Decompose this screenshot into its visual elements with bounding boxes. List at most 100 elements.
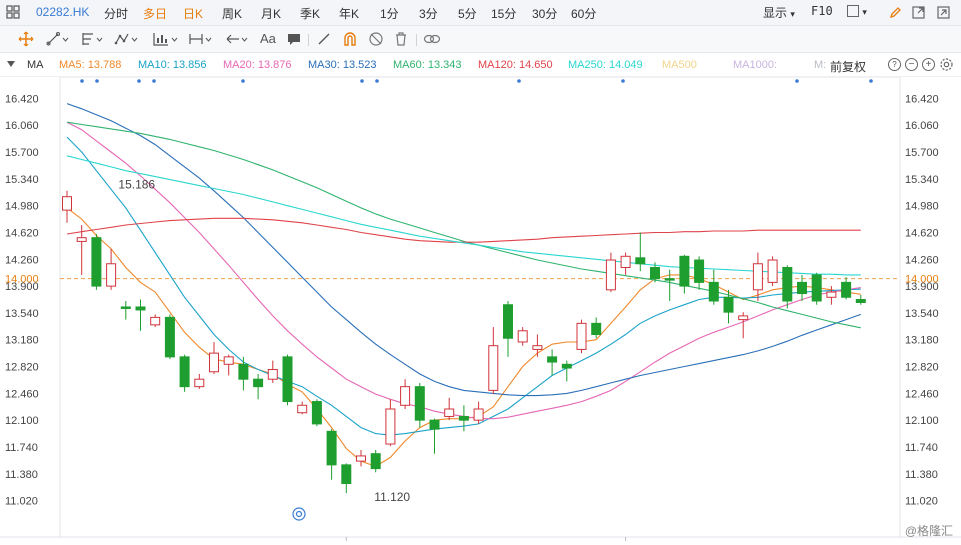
arrow-left-icon[interactable] [224,31,250,47]
candle-body [326,430,337,466]
y-tick-label-right: 11.380 [905,469,938,481]
stock-grid-icon[interactable] [6,5,20,19]
comment-icon[interactable] [286,31,302,47]
ma-legend-item-7[interactable]: MA500 [662,59,697,71]
period-tab-10[interactable]: 15分 [491,5,516,22]
period-tab-8[interactable]: 3分 [419,5,438,22]
ma-legend-item-8[interactable]: MA1000: [733,59,777,71]
ma-legend-item-3[interactable]: MA30: 13.523 [308,59,377,71]
fib-icon[interactable] [80,31,104,47]
candle-body [650,266,660,280]
ma-legend-item-2[interactable]: MA20: 13.876 [223,59,292,71]
gear-icon[interactable] [939,57,954,72]
candle-body [91,237,102,287]
period-tab-2[interactable]: 日K [183,5,203,22]
y-tick-label-right: 16.060 [905,120,939,132]
line-icon[interactable] [46,31,70,47]
y-tick-label-left: 13.180 [5,335,39,347]
y-tick-label-right: 12.100 [905,415,939,427]
candle-body [400,386,411,406]
candle-body [708,281,719,302]
event-marker-dot [152,79,156,83]
period-tab-1[interactable]: 多日 [143,5,167,22]
ma-label[interactable]: MA [27,59,44,71]
candle-body [429,419,440,430]
link-icon[interactable] [423,31,441,47]
event-marker-dot [241,79,245,83]
crosshair-icon[interactable] [18,31,34,47]
period-tab-3[interactable]: 周K [222,5,242,22]
ma-legend-item-9[interactable]: M: [814,59,826,71]
candle-body [444,408,455,417]
y-tick-label-right: 14.260 [905,254,939,266]
candle-body [120,306,131,309]
toolbar-divider [308,34,309,46]
candle-body [223,356,234,365]
y-tick-label-left: 14.260 [5,254,39,266]
event-marker-dot [517,79,521,83]
caret-down-icon[interactable] [7,61,15,67]
ma-legend-item-0[interactable]: MA5: 13.788 [59,59,121,71]
ticker-symbol[interactable]: 02282.HK [36,5,89,19]
candle-body [547,356,558,363]
event-marker-dot [621,79,625,83]
y-tick-label-left: 14.980 [5,201,39,213]
display-menu[interactable]: 显示 ▾ [763,4,795,21]
candle-body [106,263,117,287]
price-annotation: 11.120 [374,490,410,504]
period-tab-7[interactable]: 1分 [380,5,399,22]
wave-icon[interactable] [114,31,140,47]
hide-icon[interactable] [368,31,384,47]
period-tab-5[interactable]: 季K [300,5,320,22]
y-tick-label-left: 12.460 [5,388,39,400]
indicator-icon[interactable] [152,31,180,47]
trash-icon[interactable] [393,31,409,47]
help-icon[interactable]: ? [888,58,901,71]
period-tab-9[interactable]: 5分 [458,5,477,22]
candle-body [576,322,587,350]
y-tick-label-right: 11.020 [905,496,938,508]
candlestick-chart[interactable]: 16.420 16.420 16.060 16.060 15.700 15.700 15.3… [0,77,961,545]
ma-legend-item-4[interactable]: MA60: 13.343 [393,59,462,71]
y-tick-label-left: 11.380 [5,469,38,481]
candle-body [297,404,308,414]
candle-body [561,363,572,369]
candle-body [150,316,161,326]
y-tick-label-right: 15.340 [905,174,939,186]
y-tick-label-left: 11.020 [5,496,38,508]
y-tick-label-left: 15.700 [5,147,39,159]
fullscreen-icon[interactable] [911,5,926,20]
text-tool-button[interactable]: Aa [260,31,276,47]
y-tick-label-left: 12.820 [5,362,39,374]
chevron-down-icon: ▾ [790,9,795,19]
ma-legend-item-6[interactable]: MA250: 14.049 [568,59,643,71]
ma-legend-item-1[interactable]: MA10: 13.856 [138,59,207,71]
period-tab-0[interactable]: 分时 [104,5,128,22]
minus-icon[interactable]: − [905,58,918,71]
pen-icon[interactable] [316,31,332,47]
candle-body [767,259,778,283]
y-tick-label-left: 16.420 [5,93,39,105]
candle-body [532,345,543,350]
magnet-icon[interactable] [342,31,358,47]
event-marker-dot [869,79,873,83]
watermark: @格隆汇 [904,524,953,538]
measure-icon[interactable] [188,31,214,47]
period-tab-11[interactable]: 30分 [532,5,557,22]
candle-body [694,259,705,283]
popout-icon[interactable] [936,5,951,20]
candle-body [517,330,528,343]
period-tab-12[interactable]: 60分 [571,5,596,22]
ma-legend-item-5[interactable]: MA120: 14.650 [478,59,553,71]
period-tab-4[interactable]: 月K [261,5,281,22]
layout-menu[interactable]: ▾ [847,4,867,18]
period-tab-6[interactable]: 年K [339,5,359,22]
pencil-icon[interactable] [888,5,903,20]
y-tick-label-right: 13.540 [905,308,939,320]
plus-icon[interactable]: + [922,58,935,71]
candle-body [797,281,807,295]
y-tick-label-right: 12.460 [905,388,939,400]
fuquan-menu[interactable]: 前复权 [830,58,866,75]
y-tick-label-right: 11.740 [905,442,938,454]
f10-button[interactable]: F10 [811,4,833,18]
